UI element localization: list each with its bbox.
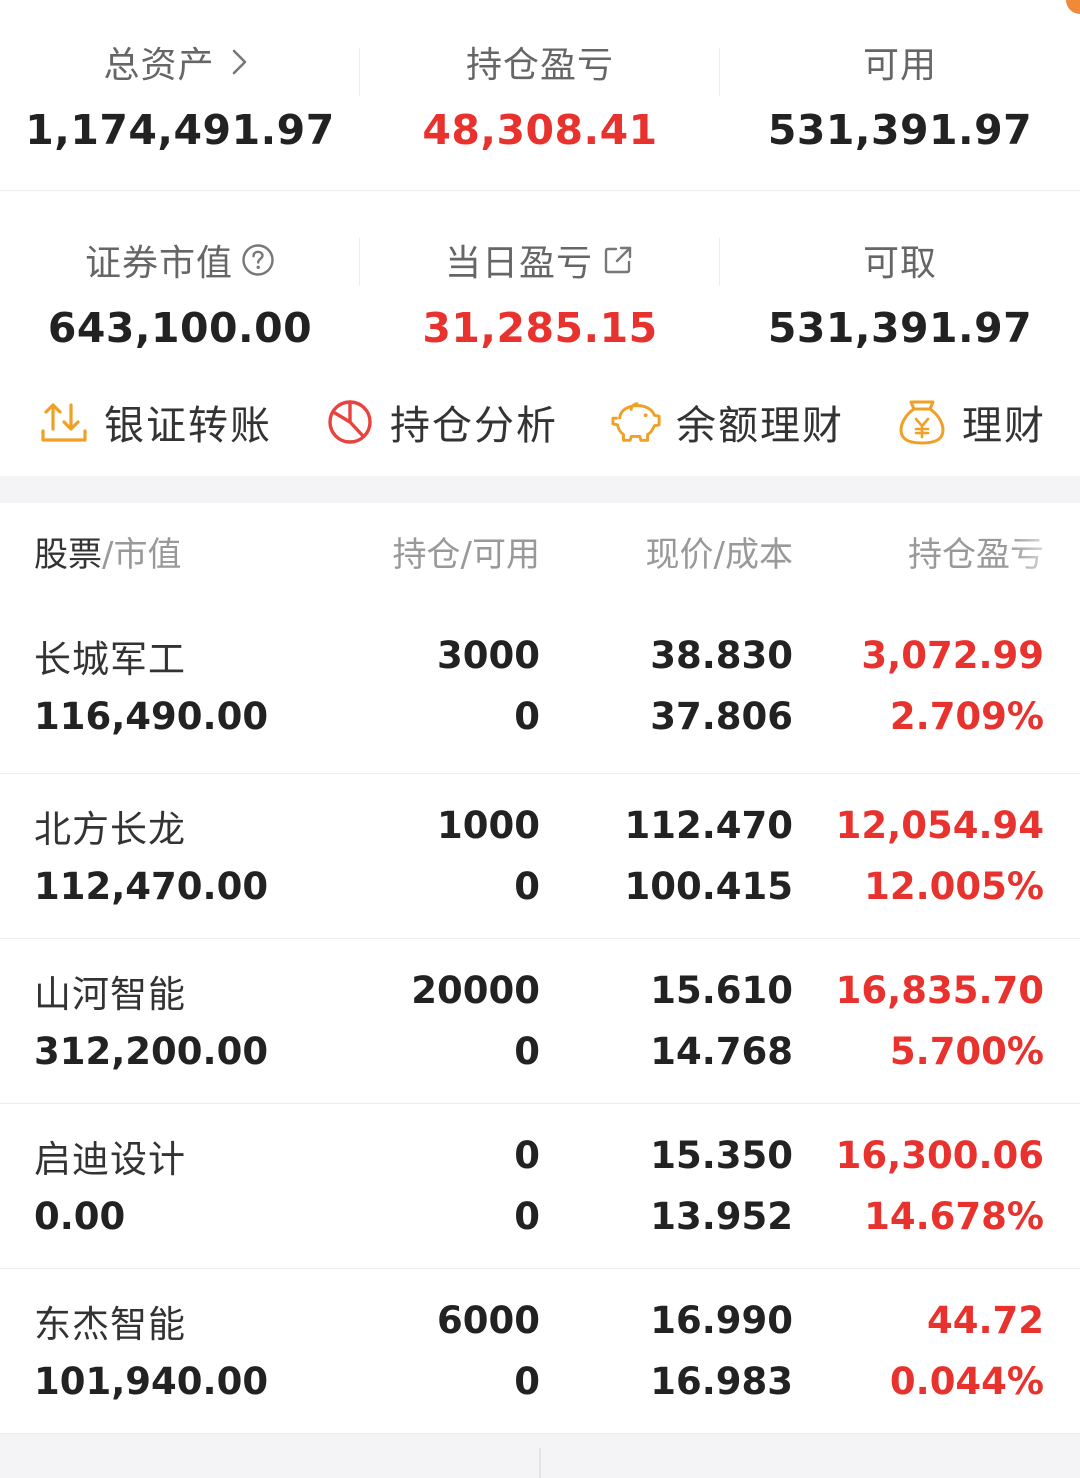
cost-price: 13.952 — [650, 1195, 793, 1238]
position-qty: 6000 — [437, 1299, 540, 1342]
question-circle-icon[interactable] — [241, 243, 275, 277]
money-bag-icon — [896, 396, 948, 448]
position-qty: 20000 — [411, 969, 540, 1012]
current-price: 38.830 — [650, 634, 793, 677]
pnl-percent: 5.700% — [889, 1030, 1044, 1073]
daily-pnl-label: 当日盈亏 — [444, 243, 593, 284]
available-qty: 0 — [514, 1360, 540, 1403]
holdings-table: 长城军工 3000 38.830 3,072.99 116,490.00 0 3… — [0, 599, 1080, 1434]
total-assets-value: 1,174,491.97 — [25, 106, 335, 154]
transfer-icon — [38, 396, 90, 448]
stock-name: 山河智能 — [34, 972, 186, 1016]
pnl-amount: 16,835.70 — [835, 969, 1044, 1012]
position-analysis-button[interactable]: 持仓分析 — [324, 393, 558, 451]
securities-value-label: 证券市值 — [84, 243, 233, 284]
available-qty: 0 — [514, 865, 540, 908]
available-qty: 0 — [514, 1030, 540, 1073]
finance-label: 理财 — [962, 403, 1046, 449]
cost-price: 16.983 — [650, 1360, 793, 1403]
pnl-amount: 3,072.99 — [861, 634, 1044, 677]
available-cell: 可用 531,391.97 — [720, 0, 1080, 190]
header-market-value-label: /市值 — [102, 534, 182, 575]
header-position-available[interactable]: 持仓/可用 — [300, 527, 540, 576]
asset-summary-bottom: 证券市值 643,100.00 当日盈亏 31,285.15 可取 531,39… — [0, 190, 1080, 368]
external-link-icon[interactable] — [601, 243, 635, 277]
position-pnl-label: 持仓盈亏 — [465, 45, 614, 86]
pnl-percent: 0.044% — [889, 1360, 1044, 1403]
header-position-pnl[interactable]: 持仓盈亏 — [793, 527, 1044, 576]
withdrawable-value: 531,391.97 — [767, 304, 1033, 352]
pnl-percent: 2.709% — [889, 695, 1044, 738]
pie-chart-icon — [324, 396, 376, 448]
bottom-divider — [539, 1448, 541, 1478]
header-stock-market-value[interactable]: 股票/市值 — [0, 527, 300, 576]
current-price: 15.610 — [650, 969, 793, 1012]
position-analysis-label: 持仓分析 — [390, 403, 558, 449]
pnl-amount: 44.72 — [926, 1299, 1044, 1342]
securities-value-cell: 证券市值 643,100.00 — [0, 190, 360, 368]
section-divider — [0, 476, 1080, 503]
holdings-table-header: 股票/市值 持仓/可用 现价/成本 持仓盈亏 — [0, 503, 1080, 599]
securities-value-value: 643,100.00 — [47, 304, 313, 352]
position-pnl-cell: 持仓盈亏 48,308.41 — [360, 0, 720, 190]
current-price: 15.350 — [650, 1134, 793, 1177]
withdrawable-label: 可取 — [862, 243, 937, 284]
available-value: 531,391.97 — [767, 106, 1033, 154]
market-value: 0.00 — [34, 1195, 126, 1238]
chevron-right-icon — [223, 45, 257, 79]
asset-summary-top: 总资产 1,174,491.97 持仓盈亏 48,308.41 可用 531,3… — [0, 0, 1080, 191]
pnl-amount: 12,054.94 — [835, 804, 1044, 847]
quick-actions-bar: 银证转账 持仓分析 余额理财 理财 — [0, 368, 1080, 476]
available-label: 可用 — [862, 45, 937, 86]
balance-finance-button[interactable]: 余额理财 — [610, 393, 844, 451]
table-row[interactable]: 北方长龙 1000 112.470 12,054.94 112,470.00 0… — [0, 774, 1080, 939]
cost-price: 100.415 — [624, 865, 793, 908]
current-price: 16.990 — [650, 1299, 793, 1342]
market-value: 112,470.00 — [34, 865, 269, 908]
daily-pnl-value: 31,285.15 — [422, 304, 658, 352]
cost-price: 14.768 — [650, 1030, 793, 1073]
header-fade-overlay — [1010, 503, 1080, 599]
market-value: 312,200.00 — [34, 1030, 269, 1073]
header-stock-label: 股票 — [34, 534, 102, 575]
cost-price: 37.806 — [650, 695, 793, 738]
header-price-cost[interactable]: 现价/成本 — [540, 527, 793, 576]
finance-button[interactable]: 理财 — [896, 393, 1046, 451]
position-qty: 0 — [514, 1134, 540, 1177]
total-assets-cell[interactable]: 总资产 1,174,491.97 — [0, 0, 360, 190]
available-qty: 0 — [514, 1195, 540, 1238]
available-qty: 0 — [514, 695, 540, 738]
withdrawable-cell: 可取 531,391.97 — [720, 190, 1080, 368]
table-row[interactable]: 启迪设计 0 15.350 16,300.06 0.00 0 13.952 14… — [0, 1104, 1080, 1269]
piggy-bank-icon — [610, 396, 662, 448]
total-assets-label: 总资产 — [103, 45, 215, 86]
bank-transfer-label: 银证转账 — [104, 403, 272, 449]
position-qty: 3000 — [437, 634, 540, 677]
daily-pnl-cell[interactable]: 当日盈亏 31,285.15 — [360, 190, 720, 368]
balance-finance-label: 余额理财 — [676, 403, 844, 449]
bank-transfer-button[interactable]: 银证转账 — [38, 393, 272, 451]
market-value: 101,940.00 — [34, 1360, 269, 1403]
table-row[interactable]: 长城军工 3000 38.830 3,072.99 116,490.00 0 3… — [0, 599, 1080, 774]
stock-name: 北方长龙 — [34, 807, 186, 851]
pnl-amount: 16,300.06 — [835, 1134, 1044, 1177]
stock-name: 东杰智能 — [34, 1302, 186, 1346]
stock-name: 长城军工 — [34, 637, 186, 681]
pnl-percent: 14.678% — [864, 1195, 1044, 1238]
table-row[interactable]: 山河智能 20000 15.610 16,835.70 312,200.00 0… — [0, 939, 1080, 1104]
bottom-bar — [0, 1434, 1080, 1478]
table-row[interactable]: 东杰智能 6000 16.990 44.72 101,940.00 0 16.9… — [0, 1269, 1080, 1434]
stock-name: 启迪设计 — [34, 1137, 186, 1181]
current-price: 112.470 — [624, 804, 793, 847]
position-pnl-value: 48,308.41 — [422, 106, 658, 154]
position-qty: 1000 — [437, 804, 540, 847]
market-value: 116,490.00 — [34, 695, 269, 738]
pnl-percent: 12.005% — [864, 865, 1044, 908]
